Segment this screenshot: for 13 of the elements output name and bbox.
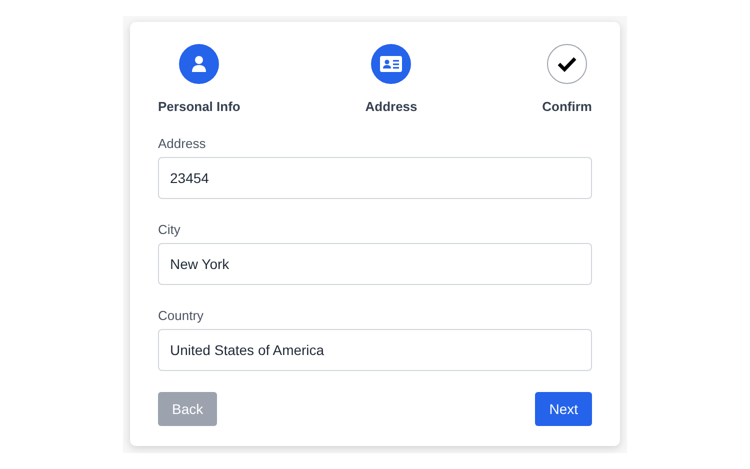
- id-card-icon: [380, 56, 402, 72]
- input-field[interactable]: United States of America: [158, 329, 592, 371]
- step-label: Confirm: [542, 99, 592, 114]
- input-field[interactable]: New York: [158, 243, 592, 285]
- step-label: Address: [365, 99, 418, 114]
- check-icon: [557, 56, 578, 72]
- field-label: Address: [158, 136, 207, 151]
- input-field[interactable]: 23454: [158, 157, 592, 199]
- field-label: Country: [158, 308, 205, 323]
- next-button[interactable]: Next: [535, 392, 592, 426]
- person-icon: [190, 55, 208, 73]
- field-label: City: [158, 222, 182, 237]
- step-label: Personal Info: [158, 99, 240, 114]
